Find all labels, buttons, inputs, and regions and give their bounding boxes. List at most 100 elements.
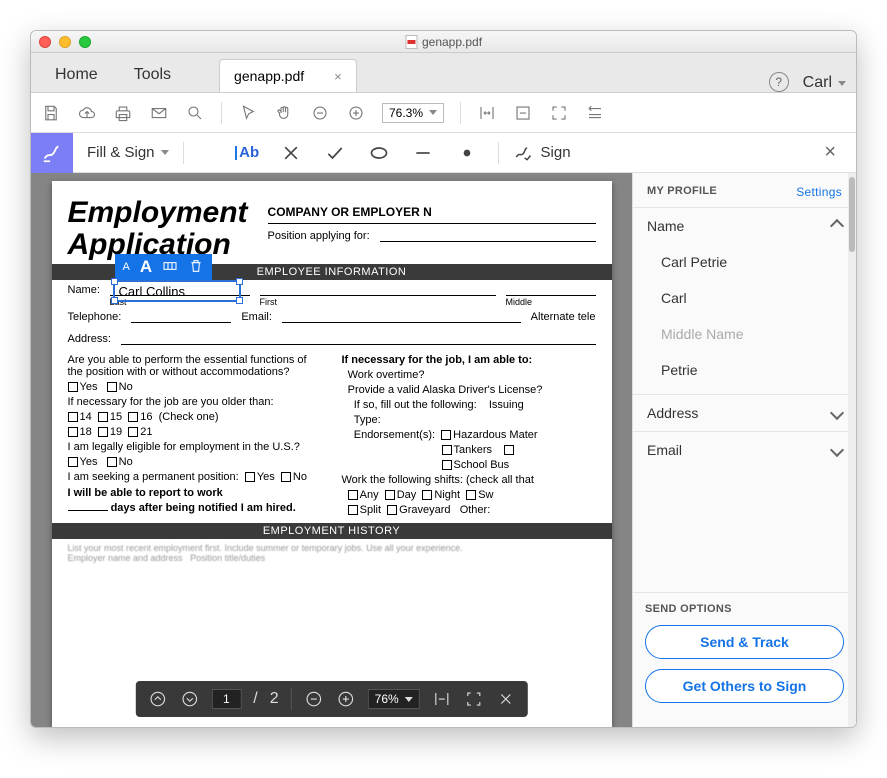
r-type: Type: xyxy=(354,414,381,426)
fill-sign-tools: |Ab xyxy=(234,140,480,166)
r-fillout: If so, fill out the following: xyxy=(354,399,477,411)
zoom-in-button[interactable] xyxy=(336,689,356,709)
fullscreen-icon[interactable] xyxy=(549,103,569,123)
name-label: Name: xyxy=(68,284,100,296)
text-tool[interactable]: |Ab xyxy=(234,140,260,166)
typed-text[interactable]: Carl Collins xyxy=(115,282,239,300)
document-pane[interactable]: Employment Application COMPANY OR EMPLOY… xyxy=(31,173,632,727)
fill-sign-label: Fill & Sign xyxy=(87,144,155,161)
file-tab-label: genapp.pdf xyxy=(234,68,304,84)
profile-item-fullname[interactable]: Carl Petrie xyxy=(633,244,856,280)
window-title: genapp.pdf xyxy=(405,35,482,49)
accordion-email[interactable]: Email xyxy=(633,432,856,468)
cloud-upload-icon[interactable] xyxy=(77,103,97,123)
sign-dropdown[interactable]: Sign xyxy=(499,143,585,163)
accordion-name[interactable]: Name xyxy=(633,208,856,244)
help-button[interactable]: ? xyxy=(769,72,789,92)
checkmark-tool[interactable] xyxy=(322,140,348,166)
fit-width-button[interactable] xyxy=(432,689,452,709)
page-total: 2 xyxy=(270,690,279,708)
tab-tools[interactable]: Tools xyxy=(116,56,189,92)
title-bar: genapp.pdf xyxy=(31,31,856,53)
caret-down-icon xyxy=(838,81,846,86)
close-nav-bar-button[interactable] xyxy=(496,689,516,709)
print-icon[interactable] xyxy=(113,103,133,123)
file-tab[interactable]: genapp.pdf × xyxy=(219,59,357,92)
page-up-button[interactable] xyxy=(147,689,167,709)
fit-page-button[interactable] xyxy=(464,689,484,709)
opt-no: No xyxy=(119,381,133,393)
circle-tool[interactable] xyxy=(366,140,392,166)
r-license: Provide a valid Alaska Driver's License? xyxy=(348,384,543,396)
alt-tel-label: Alternate tele xyxy=(531,311,596,323)
close-tab-icon[interactable]: × xyxy=(334,69,342,84)
maximize-window-button[interactable] xyxy=(79,36,91,48)
text-size-down-icon[interactable]: A xyxy=(123,261,130,273)
profile-item-firstname[interactable]: Carl xyxy=(633,280,856,316)
q-accommodations: Are you able to perform the essential fu… xyxy=(68,354,322,378)
zoom-value: 76.3% xyxy=(389,106,423,120)
profile-item-middlename[interactable]: Middle Name xyxy=(633,316,856,352)
r-overtime: Work overtime? xyxy=(348,369,425,381)
pdf-file-icon xyxy=(405,35,417,49)
mail-icon[interactable] xyxy=(149,103,169,123)
pointer-icon[interactable] xyxy=(238,103,258,123)
q-eligible: I am legally eligible for employment in … xyxy=(68,441,322,453)
fill-sign-dropdown[interactable]: Fill & Sign xyxy=(73,144,183,161)
zoom-out-icon[interactable] xyxy=(310,103,330,123)
view-options-icon[interactable] xyxy=(585,103,605,123)
accordion-address[interactable]: Address xyxy=(633,395,856,431)
comb-field-icon[interactable] xyxy=(162,258,178,277)
opt-schoolbus: School Bus xyxy=(454,459,510,471)
fit-width-icon[interactable] xyxy=(477,103,497,123)
page-number-input[interactable] xyxy=(211,689,241,709)
settings-link[interactable]: Settings xyxy=(796,185,842,199)
opt-graveyard: Graveyard xyxy=(399,504,450,516)
opt-sw: Sw xyxy=(478,489,493,501)
send-track-button[interactable]: Send & Track xyxy=(645,625,844,659)
scrollbar-thumb[interactable] xyxy=(849,177,855,252)
x-mark-tool[interactable] xyxy=(278,140,304,166)
profile-item-lastname[interactable]: Petrie xyxy=(633,352,856,388)
scrollbar[interactable] xyxy=(848,173,856,727)
page-sep: / xyxy=(253,690,257,708)
opt-day: Day xyxy=(397,489,417,501)
caret-down-icon xyxy=(161,150,169,155)
opt-18: 18 xyxy=(80,426,92,438)
search-icon[interactable] xyxy=(185,103,205,123)
opt-tankers: Tankers xyxy=(454,444,493,456)
page-down-button[interactable] xyxy=(179,689,199,709)
tel-label: Telephone: xyxy=(68,311,122,323)
text-size-up-icon[interactable]: A xyxy=(140,257,152,277)
fit-page-icon[interactable] xyxy=(513,103,533,123)
line-tool[interactable] xyxy=(410,140,436,166)
chevron-up-icon xyxy=(830,219,844,233)
zoom-select-bottom[interactable]: 76% xyxy=(368,689,420,709)
section-banner-history: EMPLOYMENT HISTORY xyxy=(52,523,612,539)
company-label: COMPANY OR EMPLOYER N xyxy=(268,205,596,219)
zoom-in-icon[interactable] xyxy=(346,103,366,123)
zoom-out-button[interactable] xyxy=(304,689,324,709)
dot-tool[interactable] xyxy=(454,140,480,166)
close-fill-sign-button[interactable]: × xyxy=(804,141,856,164)
delete-annotation-icon[interactable] xyxy=(188,258,204,277)
doc-title-1: Employment xyxy=(68,197,248,229)
close-window-button[interactable] xyxy=(39,36,51,48)
minimize-window-button[interactable] xyxy=(59,36,71,48)
q-report1: I will be able to report to work xyxy=(68,487,223,499)
text-annotation-box[interactable]: A A Carl Collins xyxy=(113,280,241,302)
user-menu[interactable]: Carl xyxy=(803,74,846,92)
fill-sign-tool-icon[interactable] xyxy=(31,133,73,173)
opt-16: 16 xyxy=(140,411,152,423)
get-others-sign-button[interactable]: Get Others to Sign xyxy=(645,669,844,703)
tab-home[interactable]: Home xyxy=(37,56,116,92)
save-icon[interactable] xyxy=(41,103,61,123)
opt-15: 15 xyxy=(110,411,122,423)
separator xyxy=(221,102,222,124)
hand-tool-icon[interactable] xyxy=(274,103,294,123)
accordion-name-label: Name xyxy=(647,218,684,234)
opt-no3: No xyxy=(293,471,307,483)
zoom-select[interactable]: 76.3% xyxy=(382,103,444,123)
position-label: Position applying for: xyxy=(268,230,370,242)
opt-split: Split xyxy=(360,504,381,516)
